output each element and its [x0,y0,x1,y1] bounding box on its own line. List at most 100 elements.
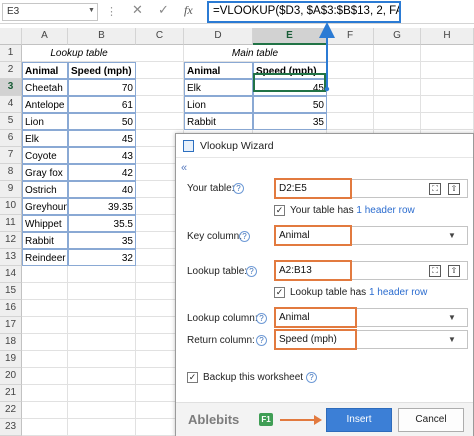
lookup-animal-cell[interactable]: Lion [22,113,68,130]
row-header-13[interactable]: 13 [0,249,22,266]
row-header-8[interactable]: 8 [0,164,22,181]
cell[interactable] [136,96,184,113]
help-icon[interactable]: ? [256,335,267,346]
row-header-7[interactable]: 7 [0,147,22,164]
cell[interactable] [421,45,474,62]
lookup-speed-cell[interactable]: 50 [68,113,136,130]
name-box-dropdown-icon[interactable]: ▼ [88,7,95,14]
cell[interactable] [421,113,474,130]
column-header-g[interactable]: G [374,28,421,45]
row-header-2[interactable]: 2 [0,62,22,79]
your-table-header-checkbox[interactable]: ✓ [274,205,285,216]
cell[interactable] [68,266,136,283]
row-header-4[interactable]: 4 [0,96,22,113]
cell[interactable] [22,334,68,351]
row-header-9[interactable]: 9 [0,181,22,198]
lookup-speed-cell[interactable]: 35.5 [68,215,136,232]
row-header-23[interactable]: 23 [0,419,22,436]
selected-cell-e3[interactable] [253,73,326,92]
insert-button[interactable]: Insert [326,408,392,432]
row-header-15[interactable]: 15 [0,283,22,300]
row-header-1[interactable]: 1 [0,45,22,62]
column-header-d[interactable]: D [184,28,253,45]
cell[interactable] [374,45,421,62]
row-header-22[interactable]: 22 [0,402,22,419]
help-icon[interactable]: ? [246,266,257,277]
lookup-animal-cell[interactable]: Whippet [22,215,68,232]
cell[interactable] [136,79,184,96]
lookup-animal-cell[interactable]: Rabbit [22,232,68,249]
lookup-speed-cell[interactable]: 39.35 [68,198,136,215]
cell[interactable] [68,317,136,334]
row-header-6[interactable]: 6 [0,130,22,147]
main-speed-cell[interactable]: 50 [253,96,327,113]
lookup-animal-cell[interactable]: Elk [22,130,68,147]
cell[interactable] [22,283,68,300]
main-animal-cell[interactable]: Rabbit [184,113,253,130]
cell[interactable] [22,351,68,368]
cell[interactable] [68,385,136,402]
main-speed-cell[interactable]: 35 [253,113,327,130]
lookup-animal-cell[interactable]: Greyhoun [22,198,68,215]
chevron-down-icon[interactable]: ▼ [448,313,456,322]
column-header-f[interactable]: F [327,28,374,45]
expand-selection-icon[interactable]: ⇧ [448,265,460,277]
lookup-table-header-checkbox[interactable]: ✓ [274,287,285,298]
cell[interactable] [22,300,68,317]
cell[interactable] [421,62,474,79]
row-header-18[interactable]: 18 [0,334,22,351]
cell[interactable] [68,300,136,317]
select-all-corner[interactable] [0,28,22,45]
select-range-icon[interactable]: ⛶ [429,265,441,277]
cell[interactable] [421,79,474,96]
cell[interactable] [22,266,68,283]
lookup-speed-cell[interactable]: 61 [68,96,136,113]
row-header-3[interactable]: 3 [0,79,22,96]
column-header-c[interactable]: C [136,28,184,45]
row-header-14[interactable]: 14 [0,266,22,283]
cell[interactable] [327,96,374,113]
row-header-19[interactable]: 19 [0,351,22,368]
cell[interactable] [68,334,136,351]
row-header-21[interactable]: 21 [0,385,22,402]
cell[interactable] [68,351,136,368]
lookup-animal-cell[interactable]: Coyote [22,147,68,164]
help-icon[interactable]: ? [256,313,267,324]
cell[interactable] [327,62,374,79]
cell[interactable] [68,419,136,436]
enter-formula-icon[interactable]: ✓ [158,2,169,18]
main-animal-cell[interactable]: Lion [184,96,253,113]
cell[interactable] [327,113,374,130]
expand-selection-icon[interactable]: ⇧ [448,183,460,195]
lookup-speed-cell[interactable]: 40 [68,181,136,198]
help-icon[interactable]: ? [306,372,317,383]
lookup-speed-cell[interactable]: 43 [68,147,136,164]
lookup-animal-cell[interactable]: Gray fox [22,164,68,181]
f1-help-badge[interactable]: F1 [259,413,273,426]
column-header-b[interactable]: B [68,28,136,45]
cell[interactable] [374,113,421,130]
chevron-down-icon[interactable]: ▼ [448,231,456,240]
lookup-speed-cell[interactable]: 42 [68,164,136,181]
cell[interactable] [136,113,184,130]
lookup-table-header-link[interactable]: 1 header row [369,287,427,298]
row-header-12[interactable]: 12 [0,232,22,249]
column-header-a[interactable]: A [22,28,68,45]
cell[interactable] [136,62,184,79]
name-box[interactable]: E3 [2,3,98,21]
lookup-speed-cell[interactable]: 70 [68,79,136,96]
lookup-column-select[interactable]: Animal [274,308,468,327]
cell[interactable] [68,283,136,300]
lookup-animal-cell[interactable]: Cheetah [22,79,68,96]
lookup-animal-cell[interactable]: Antelope [22,96,68,113]
backup-checkbox[interactable]: ✓ [187,372,198,383]
cell[interactable] [68,402,136,419]
row-header-17[interactable]: 17 [0,317,22,334]
cell[interactable] [22,385,68,402]
row-header-11[interactable]: 11 [0,215,22,232]
cell[interactable] [22,402,68,419]
row-header-16[interactable]: 16 [0,300,22,317]
row-header-20[interactable]: 20 [0,368,22,385]
lookup-speed-cell[interactable]: 35 [68,232,136,249]
lookup-speed-cell[interactable]: 45 [68,130,136,147]
